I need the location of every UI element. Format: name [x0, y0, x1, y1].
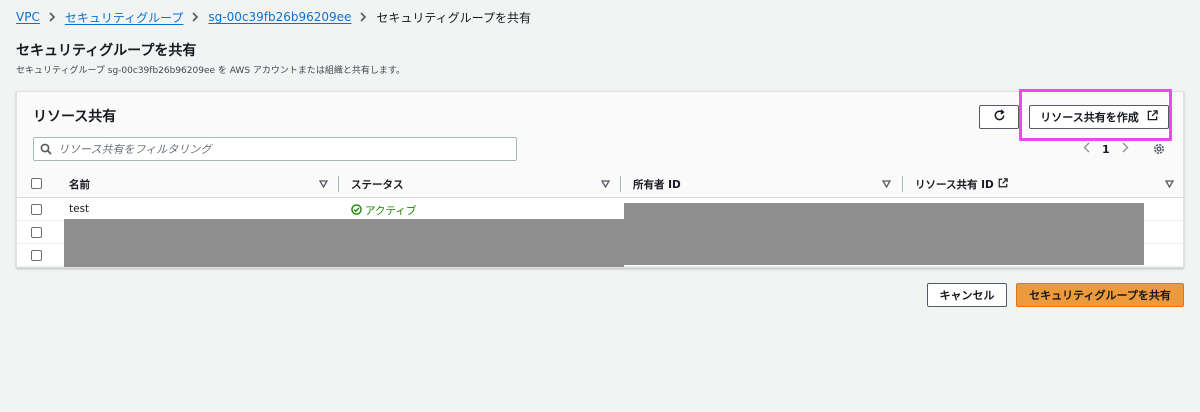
resource-share-filter[interactable]	[33, 137, 517, 161]
column-divider[interactable]	[620, 176, 621, 192]
row-checkbox[interactable]	[31, 250, 42, 261]
chevron-right-icon	[49, 12, 56, 22]
select-all-checkbox[interactable]	[31, 178, 42, 189]
column-header-share-id[interactable]: リソース共有 ID	[915, 177, 1008, 192]
filter-input[interactable]	[58, 142, 498, 156]
table-header: 名前 ステータス 所有者 ID リソース共有 ID	[17, 170, 1183, 198]
row-status-label: アクティブ	[365, 205, 417, 217]
sort-icon[interactable]	[1164, 179, 1175, 191]
breadcrumb-sg-id[interactable]: sg-00c39fb26b96209ee	[208, 10, 351, 24]
breadcrumb-vpc[interactable]: VPC	[16, 10, 40, 24]
row-checkbox[interactable]	[31, 204, 42, 215]
settings-icon[interactable]	[1150, 140, 1168, 158]
sort-icon[interactable]	[318, 179, 329, 191]
breadcrumb-security-groups[interactable]: セキュリティグループ	[65, 9, 184, 26]
column-divider[interactable]	[338, 176, 339, 192]
sort-icon[interactable]	[881, 179, 892, 191]
column-header-share-id-label: リソース共有 ID	[915, 179, 994, 191]
column-divider[interactable]	[902, 176, 903, 192]
column-header-status[interactable]: ステータス	[351, 177, 404, 192]
success-icon	[351, 203, 362, 218]
refresh-icon	[993, 109, 1006, 125]
redacted-area	[624, 203, 1144, 265]
row-name: test	[69, 203, 90, 215]
row-checkbox[interactable]	[31, 227, 42, 238]
highlight-annotation	[1019, 89, 1172, 141]
breadcrumb: VPC セキュリティグループ sg-00c39fb26b96209ee セキュリ…	[16, 9, 531, 25]
chevron-right-icon	[360, 12, 367, 22]
breadcrumb-current: セキュリティグループを共有	[376, 10, 531, 25]
refresh-button[interactable]	[979, 105, 1019, 129]
sort-icon[interactable]	[600, 179, 611, 191]
share-security-group-button[interactable]: セキュリティグループを共有	[1016, 283, 1184, 307]
chevron-right-icon	[192, 12, 199, 22]
cancel-button[interactable]: キャンセル	[927, 283, 1007, 307]
chevron-left-icon[interactable]	[1083, 142, 1090, 156]
column-header-name[interactable]: 名前	[69, 177, 90, 192]
chevron-right-icon[interactable]	[1122, 142, 1129, 156]
redacted-area	[64, 219, 624, 267]
column-header-owner-id[interactable]: 所有者 ID	[633, 177, 681, 192]
page-number[interactable]: 1	[1102, 143, 1110, 156]
search-icon	[40, 140, 52, 159]
pagination: 1	[1083, 140, 1129, 158]
page-description: セキュリティグループ sg-00c39fb26b96209ee を AWS アカ…	[16, 66, 405, 76]
page-title: セキュリティグループを共有	[16, 43, 197, 59]
resource-share-panel: リソース共有 リソース共有を作成 1	[16, 91, 1184, 268]
panel-title: リソース共有	[33, 109, 117, 125]
external-link-icon	[998, 178, 1008, 191]
row-status: アクティブ	[351, 203, 416, 218]
